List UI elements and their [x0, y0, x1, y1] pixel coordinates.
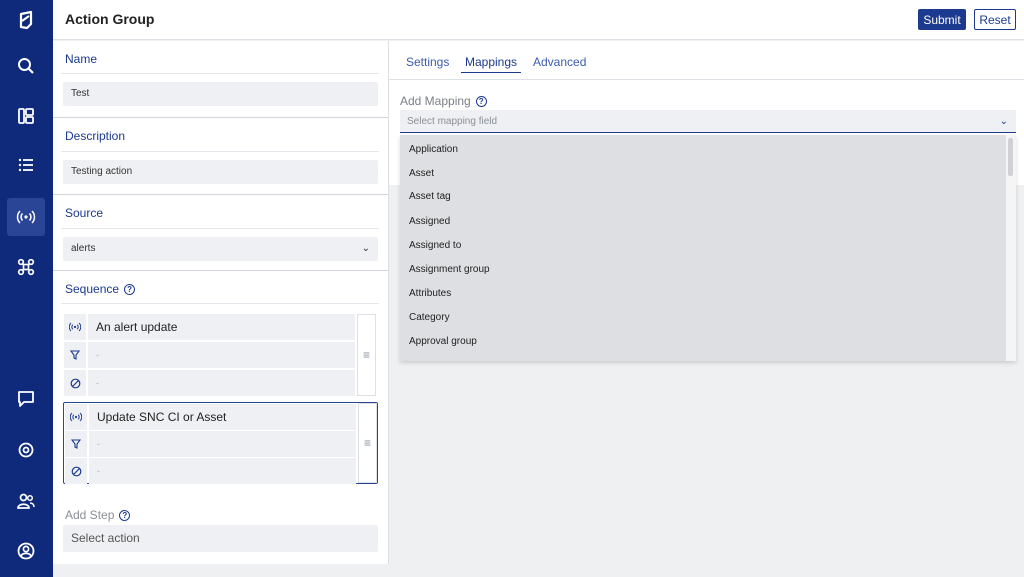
chevron-down-icon: ⌄ — [361, 243, 370, 254]
chat-icon[interactable] — [7, 380, 45, 418]
block-icon — [65, 458, 87, 484]
account-icon[interactable] — [7, 532, 45, 570]
step-filter-row: - — [65, 431, 356, 457]
add-step-select[interactable]: Select action — [63, 525, 378, 552]
source-label: Source — [65, 206, 104, 220]
mapping-dropdown-list: Application Asset Asset tag Assigned Ass… — [400, 135, 1016, 361]
divider — [61, 228, 379, 229]
step-filter-row: - — [64, 342, 355, 368]
mappings-panel: Settings Mappings Advanced Add Mapping? … — [389, 41, 1024, 577]
add-step-label: Add Step? — [65, 508, 131, 522]
sequence-label-text: Sequence — [65, 282, 120, 296]
sequence-step[interactable]: Update SNC CI or Asset - - ≡ — [63, 402, 378, 484]
help-icon[interactable]: ? — [119, 510, 131, 521]
tab-advanced[interactable]: Advanced — [533, 55, 586, 69]
block-icon — [64, 370, 86, 396]
logo-icon[interactable] — [7, 1, 45, 39]
filter-icon — [65, 431, 87, 457]
dropdown-option[interactable]: Assignment group — [409, 264, 490, 275]
step-filter[interactable]: - — [89, 431, 356, 457]
divider — [389, 79, 1024, 80]
divider — [61, 151, 379, 152]
divider — [53, 117, 388, 118]
sequence-label: Sequence? — [65, 282, 136, 296]
step-exclude[interactable]: - — [88, 370, 355, 396]
header: Action Group Submit Reset — [53, 0, 1024, 40]
reset-button[interactable]: Reset — [974, 9, 1016, 30]
tab-settings[interactable]: Settings — [406, 55, 449, 69]
step-exclude[interactable]: - — [89, 458, 356, 484]
add-mapping-label: Add Mapping? — [400, 94, 487, 108]
dropdown-option[interactable]: Approval group — [409, 336, 477, 347]
list-icon[interactable] — [7, 146, 45, 184]
dashboard-icon[interactable] — [7, 97, 45, 135]
settings-icon[interactable] — [7, 431, 45, 469]
mapping-field-select[interactable]: Select mapping field ⌄ — [400, 110, 1016, 133]
source-select[interactable]: alerts ⌄ — [63, 237, 378, 261]
dropdown-option[interactable]: Assigned to — [409, 240, 461, 251]
users-icon[interactable] — [7, 482, 45, 520]
action-group-form: Name Test Description Testing action Sou… — [53, 41, 389, 564]
search-icon[interactable] — [7, 47, 45, 85]
filter-icon — [64, 342, 86, 368]
step-exclude-row: - — [65, 458, 356, 484]
page-title: Action Group — [65, 11, 155, 27]
dropdown-option[interactable]: Asset tag — [409, 191, 451, 202]
help-icon[interactable]: ? — [124, 284, 136, 295]
mapping-placeholder: Select mapping field — [407, 116, 498, 127]
divider — [53, 270, 388, 271]
description-input[interactable]: Testing action — [63, 160, 378, 184]
dropdown-option[interactable]: Application — [409, 144, 458, 155]
name-input[interactable]: Test — [63, 82, 378, 106]
divider — [61, 303, 379, 304]
step-trigger-row: Update SNC CI or Asset — [65, 404, 356, 430]
name-label: Name — [65, 52, 98, 66]
scrollbar-thumb[interactable] — [1008, 138, 1013, 176]
sequence-step[interactable]: An alert update - - ≡ — [63, 313, 378, 397]
divider — [61, 73, 379, 74]
source-value: alerts — [71, 243, 96, 254]
broadcast-icon — [65, 404, 87, 430]
sidebar — [0, 0, 53, 577]
broadcast-icon[interactable] — [7, 198, 45, 236]
step-trigger[interactable]: Update SNC CI or Asset — [89, 404, 356, 430]
broadcast-icon — [64, 314, 86, 340]
dropdown-option[interactable]: Asset — [409, 168, 434, 179]
description-label: Description — [65, 129, 126, 143]
dropdown-option[interactable]: Category — [409, 312, 450, 323]
add-step-label-text: Add Step — [65, 508, 115, 522]
drag-handle-icon[interactable]: ≡ — [357, 314, 376, 396]
dropdown-option[interactable]: Assigned — [409, 216, 450, 227]
drag-handle-icon[interactable]: ≡ — [358, 403, 377, 483]
chevron-down-icon: ⌄ — [999, 116, 1008, 127]
network-icon[interactable] — [7, 248, 45, 286]
step-filter[interactable]: - — [88, 342, 355, 368]
step-exclude-row: - — [64, 370, 355, 396]
help-icon[interactable]: ? — [475, 96, 487, 107]
step-trigger[interactable]: An alert update — [88, 314, 355, 340]
submit-button[interactable]: Submit — [918, 9, 966, 30]
divider — [53, 194, 388, 195]
dropdown-option[interactable]: Attributes — [409, 288, 451, 299]
step-trigger-row: An alert update — [64, 314, 355, 340]
tab-mappings[interactable]: Mappings — [461, 55, 522, 73]
add-mapping-label-text: Add Mapping — [400, 94, 471, 108]
